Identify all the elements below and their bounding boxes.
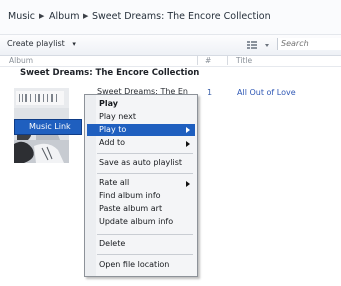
menu-item-play[interactable]: Play — [99, 99, 118, 108]
submenu-arrow-icon — [186, 127, 190, 133]
play-to-submenu[interactable]: Music Link — [14, 119, 82, 135]
menu-gutter — [85, 95, 96, 276]
menu-item-save-as-auto-playlist[interactable]: Save as auto playlist — [99, 158, 182, 167]
menu-item-add-to[interactable]: Add to — [99, 138, 125, 147]
create-playlist-label: Create playlist — [7, 39, 65, 48]
menu-separator — [97, 254, 193, 255]
column-header-title[interactable]: Title — [236, 56, 252, 65]
submenu-item-music-link[interactable]: Music Link — [29, 122, 71, 131]
submenu-arrow-icon — [186, 141, 190, 147]
breadcrumb-separator-icon[interactable]: ▶ — [83, 12, 88, 20]
track-number[interactable]: 1 — [207, 88, 212, 97]
toolbar: Create playlist ▾ — [0, 34, 341, 56]
album-heading: Sweet Dreams: The Encore Collection — [20, 68, 200, 78]
breadcrumb-separator-icon[interactable]: ▶ — [39, 12, 44, 20]
menu-separator — [97, 153, 193, 154]
menu-item-open-file-location[interactable]: Open file location — [99, 260, 169, 269]
breadcrumb-item-album[interactable]: Album — [49, 11, 79, 22]
view-options-icon — [247, 41, 269, 49]
search-input[interactable] — [278, 38, 341, 49]
menu-item-delete[interactable]: Delete — [99, 239, 125, 248]
submenu-arrow-icon — [186, 181, 190, 187]
menu-item-play-next[interactable]: Play next — [99, 112, 136, 121]
context-menu: Play Play next Play to Add to Save as au… — [84, 94, 198, 277]
menu-item-play-to[interactable]: Play to — [87, 124, 195, 136]
column-header-number[interactable]: # — [205, 56, 211, 65]
column-divider[interactable] — [227, 56, 228, 65]
view-options-button[interactable] — [243, 39, 277, 51]
menu-item-find-album-info[interactable]: Find album info — [99, 191, 161, 200]
breadcrumb: Music ▶ Album ▶ Sweet Dreams: The Encore… — [0, 0, 341, 34]
chevron-down-icon: ▾ — [72, 40, 76, 48]
search-box[interactable] — [277, 38, 341, 50]
column-divider[interactable] — [197, 56, 198, 65]
breadcrumb-item-current[interactable]: Sweet Dreams: The Encore Collection — [92, 11, 271, 22]
menu-separator — [97, 234, 193, 235]
menu-separator — [97, 173, 193, 174]
breadcrumb-item-music[interactable]: Music — [8, 11, 35, 22]
menu-item-update-album-info[interactable]: Update album info — [99, 217, 173, 226]
menu-item-rate-all[interactable]: Rate all — [99, 178, 129, 187]
column-headers: Album # Title — [0, 55, 341, 67]
column-header-album[interactable]: Album — [9, 56, 33, 65]
menu-item-paste-album-art[interactable]: Paste album art — [99, 204, 162, 213]
menu-item-play-to-label: Play to — [99, 125, 127, 134]
create-playlist-button[interactable]: Create playlist ▾ — [7, 39, 76, 48]
song-title[interactable]: All Out of Love — [237, 88, 296, 97]
